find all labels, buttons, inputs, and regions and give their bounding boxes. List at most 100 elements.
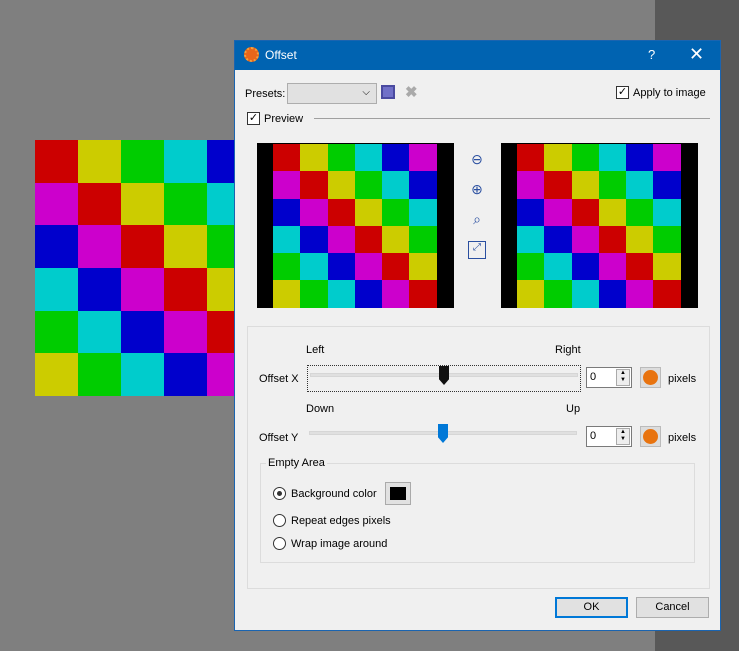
image-tile — [354, 171, 383, 199]
image-tile — [300, 144, 328, 172]
apply-to-image-label: Apply to image — [633, 87, 706, 99]
save-preset-icon[interactable] — [381, 85, 395, 99]
presets-label: Presets: — [245, 88, 286, 100]
image-tile — [78, 353, 121, 396]
image-tile — [598, 225, 627, 254]
image-tile — [164, 268, 207, 311]
image-tile — [121, 140, 164, 183]
image-tile — [273, 171, 301, 199]
zoom-out-icon[interactable]: ⊖ — [468, 151, 486, 169]
image-tile — [300, 225, 328, 254]
image-tile — [571, 225, 599, 254]
apply-to-image-checkbox[interactable]: ✓ — [616, 86, 629, 99]
image-tile — [517, 225, 545, 254]
image-tile — [300, 198, 328, 226]
offset-x-spinner[interactable]: ▲ ▼ — [616, 369, 630, 386]
fit-to-window-icon[interactable]: ⤢ — [468, 241, 486, 259]
zoom-in-icon[interactable]: ⊕ — [468, 181, 486, 199]
cancel-button[interactable]: Cancel — [636, 597, 709, 618]
image-tile — [382, 171, 410, 199]
offset-x-slider[interactable] — [307, 365, 581, 392]
image-tile — [354, 144, 383, 172]
offset-x-reset-button[interactable] — [640, 367, 661, 388]
dialog-title: Offset — [265, 48, 297, 62]
offset-x-input[interactable]: 0 ▲ ▼ — [586, 367, 632, 388]
background-color-radio[interactable] — [273, 487, 286, 500]
image-tile — [409, 198, 437, 226]
image-tile — [598, 198, 627, 226]
image-tile — [571, 253, 599, 281]
image-tile — [598, 144, 627, 172]
image-tile — [598, 171, 627, 199]
preview-checkbox[interactable]: ✓ — [247, 112, 260, 125]
image-tile — [382, 253, 410, 281]
image-tile — [121, 268, 164, 311]
image-tile — [121, 225, 164, 269]
image-tile — [164, 353, 207, 396]
image-tile — [164, 140, 207, 183]
image-tile — [354, 225, 383, 254]
result-preview — [501, 143, 698, 308]
ok-button[interactable]: OK — [555, 597, 628, 618]
image-tile — [653, 253, 681, 281]
repeat-edges-radio[interactable] — [273, 514, 286, 527]
zoom-actual-icon[interactable]: ⌕ — [468, 211, 486, 229]
offset-y-input[interactable]: 0 ▲ ▼ — [586, 426, 632, 447]
image-tile — [273, 144, 301, 172]
image-tile — [626, 280, 654, 308]
repeat-edges-label: Repeat edges pixels — [291, 515, 391, 527]
background-color-swatch[interactable] — [385, 482, 411, 505]
image-tile — [626, 225, 654, 254]
image-tile — [653, 280, 681, 308]
image-tile — [409, 171, 437, 199]
image-tile — [327, 280, 355, 308]
offset-y-spinner[interactable]: ▲ ▼ — [616, 428, 630, 445]
wrap-image-radio[interactable] — [273, 537, 286, 550]
offset-y-slider[interactable] — [307, 424, 581, 451]
image-tile — [653, 144, 681, 172]
image-tile — [571, 171, 599, 199]
image-tile — [164, 225, 207, 269]
image-tile — [78, 140, 121, 183]
offset-y-reset-button[interactable] — [640, 426, 661, 447]
offset-y-thumb[interactable] — [438, 424, 448, 443]
image-tile — [164, 182, 207, 226]
image-tile — [517, 280, 545, 308]
image-tile — [544, 171, 572, 199]
image-tile — [121, 310, 164, 354]
image-tile — [354, 280, 383, 308]
preview-label: Preview — [264, 113, 304, 125]
image-tile — [354, 253, 383, 281]
image-tile — [653, 225, 681, 254]
image-tile — [517, 198, 545, 226]
image-tile — [78, 268, 121, 311]
image-tile — [409, 144, 437, 172]
image-tile — [409, 253, 437, 281]
offset-x-label: Offset X — [259, 373, 299, 385]
close-button[interactable]: ✕ — [689, 44, 704, 65]
original-preview — [257, 143, 454, 308]
image-tile — [382, 280, 410, 308]
presets-dropdown[interactable]: ⌵ — [287, 83, 377, 104]
wrap-image-label: Wrap image around — [291, 538, 388, 550]
image-tile — [273, 198, 301, 226]
image-tile — [653, 171, 681, 199]
image-tile — [544, 144, 572, 172]
image-tile — [382, 225, 410, 254]
offset-y-min-label: Down — [306, 403, 335, 415]
help-button[interactable]: ? — [648, 47, 655, 62]
image-tile — [35, 353, 78, 396]
image-tile — [273, 225, 301, 254]
image-tile — [78, 310, 121, 354]
image-tile — [300, 253, 328, 281]
offset-x-min-label: Left — [306, 344, 325, 356]
image-tile — [626, 171, 654, 199]
image-tile — [517, 144, 545, 172]
image-tile — [354, 198, 383, 226]
image-tile — [626, 253, 654, 281]
image-tile — [571, 144, 599, 172]
delete-preset-icon[interactable]: ✖ — [405, 83, 418, 101]
image-tile — [35, 182, 78, 226]
background-color-label: Background color — [291, 488, 377, 500]
offset-x-thumb[interactable] — [439, 366, 449, 385]
